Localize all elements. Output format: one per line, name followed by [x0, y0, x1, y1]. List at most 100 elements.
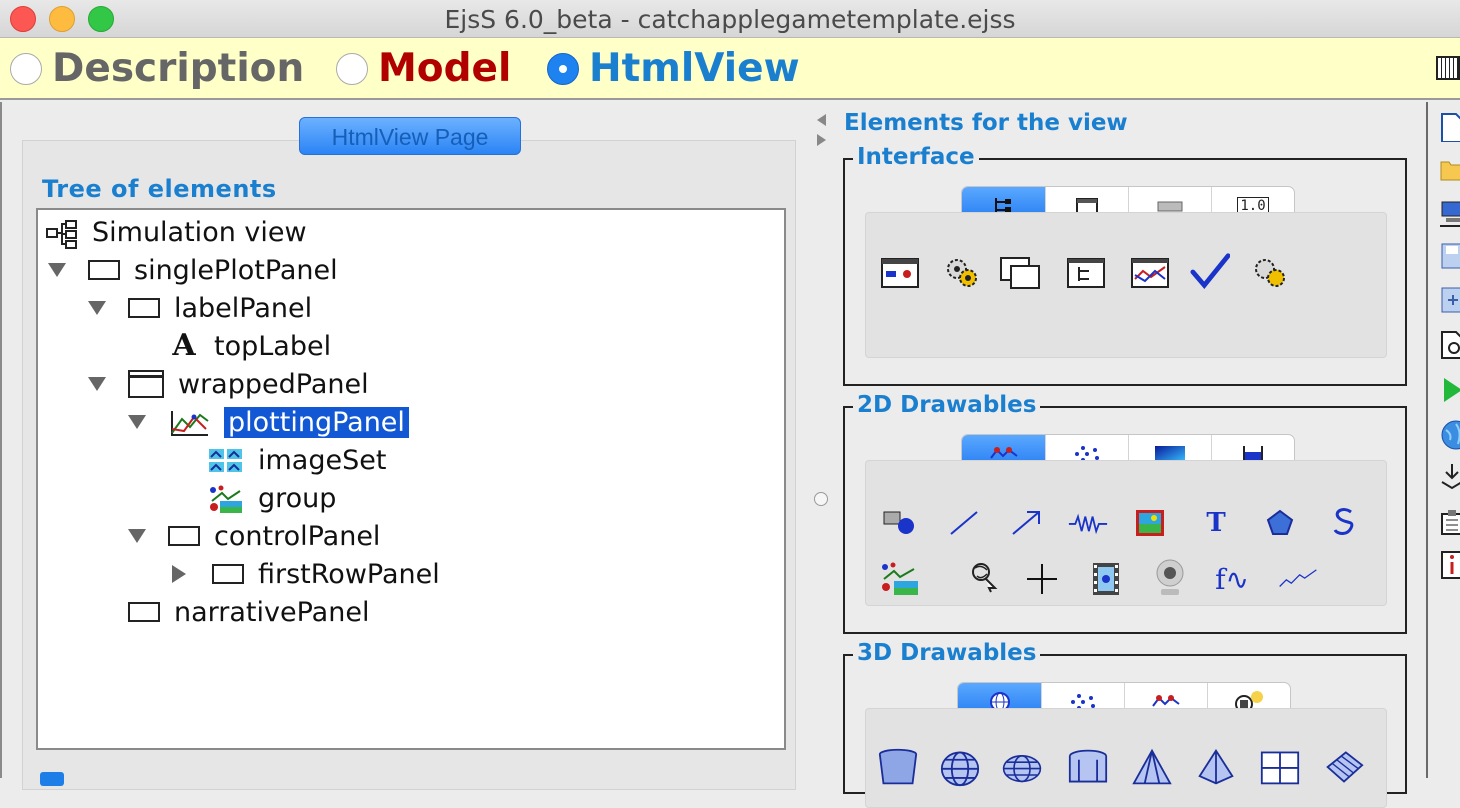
tree-label: labelPanel: [174, 292, 313, 324]
tree-row[interactable]: Simulation view: [46, 214, 307, 250]
download-icon[interactable]: [1440, 462, 1460, 490]
window-title: EjsS 6.0_beta - catchapplegametemplate.e…: [444, 5, 1016, 34]
cylinder-icon[interactable]: [878, 747, 918, 787]
computer-icon[interactable]: [1440, 198, 1460, 227]
globe-icon[interactable]: [940, 747, 980, 787]
radio-selected-icon[interactable]: [547, 52, 579, 85]
mode-description-radio[interactable]: Description: [10, 46, 304, 91]
tree-label: controlPanel: [214, 520, 381, 552]
radio-icon[interactable]: [10, 52, 42, 85]
interface-group: Interface 1.0: [843, 144, 1407, 386]
interface-palette: [865, 212, 1387, 358]
panel-icon: [128, 602, 160, 622]
plotting-panel-icon: [168, 409, 210, 436]
new-file-icon[interactable]: [1440, 112, 1460, 143]
expand-toggle-icon[interactable]: [48, 263, 66, 277]
surface-icon[interactable]: [1324, 747, 1364, 787]
mode-htmlview-radio[interactable]: HtmlView: [547, 46, 800, 91]
gears-icon[interactable]: [942, 253, 982, 293]
search-file-icon[interactable]: [1440, 330, 1460, 359]
mode-description-label: Description: [52, 46, 305, 91]
expand-toggle-icon[interactable]: [128, 529, 146, 543]
tree-row[interactable]: firstRowPanel: [172, 556, 440, 592]
hierarchy-icon: [46, 219, 78, 249]
segment-icon[interactable]: [944, 503, 984, 543]
panel-icon: [212, 564, 244, 584]
tree-row[interactable]: singlePlotPanel: [48, 252, 338, 288]
group-icon: [208, 485, 244, 513]
tree-label: group: [258, 482, 337, 514]
polygon-icon[interactable]: [1260, 503, 1300, 543]
run-icon[interactable]: [1440, 376, 1460, 402]
expand-toggle-icon[interactable]: [88, 301, 106, 315]
trace-line-icon[interactable]: [1278, 559, 1318, 599]
mode-bar: Description Model HtmlView: [0, 38, 1460, 100]
crosshair-icon[interactable]: [1022, 559, 1062, 599]
drawables-3d-palette: [865, 708, 1387, 808]
mode-model-radio[interactable]: Model: [336, 46, 511, 91]
mode-model-label: Model: [378, 46, 512, 91]
tree-row[interactable]: group: [208, 480, 336, 516]
spring-icon[interactable]: [1068, 503, 1108, 543]
open-folder-icon[interactable]: [1440, 158, 1460, 184]
checkmark-icon[interactable]: [1190, 251, 1230, 291]
preferences-icon[interactable]: [1440, 508, 1460, 535]
tree-row[interactable]: controlPanel: [128, 518, 380, 554]
save-icon[interactable]: [1440, 242, 1460, 269]
ellipsoid-icon[interactable]: [1002, 747, 1042, 787]
collapse-toggle-icon[interactable]: [172, 565, 186, 583]
radio-icon[interactable]: [336, 52, 368, 85]
web-globe-icon[interactable]: [1440, 420, 1460, 450]
pyramid-icon[interactable]: [1196, 747, 1236, 787]
group-label: 3D Drawables: [853, 640, 1041, 666]
group-2d-icon[interactable]: [880, 559, 920, 599]
tree-label: firstRowPanel: [258, 558, 440, 590]
element-tree[interactable]: Simulation view singlePlotPanel labelPan…: [36, 208, 786, 750]
trail-icon[interactable]: [1324, 503, 1364, 543]
tree-row[interactable]: A topLabel: [168, 328, 331, 364]
panel-splitter[interactable]: [808, 102, 834, 778]
gears-small-icon[interactable]: [1250, 253, 1290, 293]
tree-panel-icon[interactable]: [1066, 253, 1106, 293]
htmlview-page-tab[interactable]: HtmlView Page: [299, 117, 521, 155]
collapse-left-icon[interactable]: [817, 114, 826, 126]
expand-toggle-icon[interactable]: [128, 415, 146, 429]
save-as-icon[interactable]: [1440, 286, 1460, 313]
shape-icon[interactable]: [880, 503, 920, 543]
image-icon[interactable]: [1130, 503, 1170, 543]
collapse-right-icon[interactable]: [817, 134, 826, 146]
left-panel: HtmlView Page Tree of elements Simulatio…: [0, 102, 808, 790]
drawables-2d-group: 2D Drawables T f∿: [843, 392, 1407, 634]
tree-row[interactable]: wrappedPanel: [88, 366, 369, 402]
panel-with-data-icon[interactable]: [880, 253, 920, 293]
cursor-icon[interactable]: [964, 557, 1004, 597]
arrow-icon[interactable]: [1006, 503, 1046, 543]
panel-icon: [168, 526, 200, 546]
tree-row[interactable]: narrativePanel: [128, 594, 369, 630]
tank-icon[interactable]: [1068, 747, 1108, 787]
stacked-windows-icon[interactable]: [1000, 253, 1040, 293]
tree-row-selected[interactable]: plottingPanel: [128, 404, 409, 440]
checkbox-icon[interactable]: [40, 772, 64, 786]
table-view-icon[interactable]: [1436, 56, 1460, 80]
elements-panel: Elements for the view Interface 1.0 2D D…: [834, 102, 1426, 808]
text-icon[interactable]: T: [1196, 503, 1236, 543]
webcam-icon[interactable]: [1150, 557, 1190, 597]
cone-icon[interactable]: [1132, 747, 1172, 787]
grid-icon[interactable]: [1260, 747, 1300, 787]
plot-panel-icon[interactable]: [1130, 253, 1170, 293]
panel-icon: [88, 260, 120, 280]
splitter-handle-icon[interactable]: [814, 492, 828, 506]
tree-label: plottingPanel: [224, 406, 409, 438]
function-icon[interactable]: f∿: [1212, 559, 1252, 599]
tree-label: wrappedPanel: [178, 368, 369, 400]
expand-toggle-icon[interactable]: [88, 377, 106, 391]
tree-row[interactable]: labelPanel: [88, 290, 312, 326]
tree-row[interactable]: imageSet: [208, 442, 386, 478]
tree-label: imageSet: [258, 444, 387, 476]
drawables-3d-group: 3D Drawables: [843, 640, 1407, 808]
wrapped-panel-icon: [128, 370, 164, 398]
info-icon[interactable]: [1440, 550, 1460, 579]
tree-section-title: Tree of elements: [42, 175, 277, 203]
video-icon[interactable]: [1086, 559, 1126, 599]
